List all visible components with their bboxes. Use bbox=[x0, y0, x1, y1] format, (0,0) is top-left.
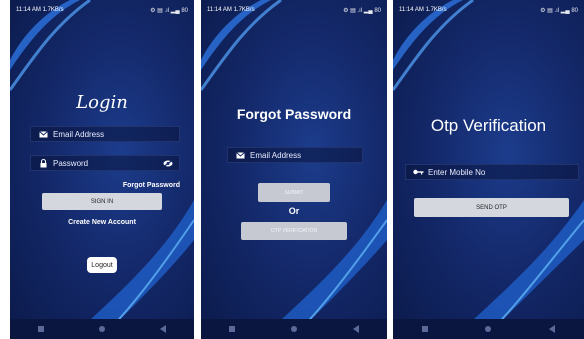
nav-bar bbox=[10, 319, 194, 339]
email-placeholder: Email Address bbox=[250, 150, 302, 160]
forgot-password-title: Forgot Password bbox=[236, 106, 352, 122]
login-screen: 11:14 AM 1.7KB/s ⚙ ▤ .ıl ▂▄ 80 Login Ema… bbox=[10, 0, 194, 339]
status-icons: ⚙ ▤ .ıl ▂▄ 80 bbox=[343, 7, 381, 14]
home-icon[interactable] bbox=[98, 326, 105, 332]
status-icons: ⚙ ▤ .ıl ▂▄ 80 bbox=[150, 7, 188, 14]
status-bar: 11:14 AM 1.7KB/s ⚙ ▤ .ıl ▂▄ 80 bbox=[10, 0, 194, 20]
password-placeholder: Password bbox=[53, 158, 89, 168]
back-icon[interactable] bbox=[353, 325, 359, 333]
mobile-number-field[interactable]: Enter Mobile No bbox=[405, 164, 579, 180]
status-time: 11:14 AM 1.7KB/s bbox=[207, 7, 255, 13]
status-time: 11:14 AM 1.7KB/s bbox=[16, 7, 64, 13]
background-swoosh-graphic bbox=[201, 0, 387, 339]
recent-apps-icon[interactable] bbox=[37, 326, 44, 332]
lock-icon bbox=[37, 158, 49, 168]
mobile-placeholder: Enter Mobile No bbox=[428, 167, 486, 177]
send-otp-button[interactable]: SEND OTP bbox=[414, 198, 569, 217]
key-icon bbox=[412, 169, 424, 175]
sign-in-button[interactable]: SIGN IN bbox=[42, 193, 162, 210]
password-field[interactable]: Password bbox=[30, 155, 180, 171]
submit-button[interactable]: SUBMIT bbox=[258, 183, 330, 202]
recent-apps-icon[interactable] bbox=[229, 326, 235, 332]
nav-bar bbox=[393, 319, 584, 339]
nav-bar bbox=[201, 319, 387, 339]
envelope-icon bbox=[37, 130, 49, 138]
email-placeholder: Email Address bbox=[53, 129, 105, 139]
email-field[interactable]: Email Address bbox=[30, 126, 180, 142]
status-bar: 11:14 AM 1.7KB/s ⚙ ▤ .ıl ▂▄ 80 bbox=[393, 0, 584, 20]
visibility-off-icon[interactable] bbox=[163, 159, 173, 167]
home-icon[interactable] bbox=[291, 326, 297, 332]
otp-verification-title: Otp Verification bbox=[430, 116, 547, 135]
logout-button[interactable]: Logout bbox=[87, 257, 117, 273]
login-title: Login bbox=[76, 92, 128, 113]
status-time: 11:14 AM 1.7KB/s bbox=[399, 7, 447, 13]
forgot-password-link[interactable]: Forgot Password bbox=[123, 182, 180, 189]
recent-apps-icon[interactable] bbox=[421, 326, 428, 332]
otp-verification-button[interactable]: OTP VERIFICATION bbox=[241, 222, 347, 240]
back-icon[interactable] bbox=[549, 325, 556, 333]
back-icon[interactable] bbox=[160, 325, 167, 333]
create-account-link[interactable]: Create New Account bbox=[10, 219, 194, 226]
status-icons: ⚙ ▤ .ıl ▂▄ 80 bbox=[540, 7, 578, 14]
status-bar: 11:14 AM 1.7KB/s ⚙ ▤ .ıl ▂▄ 80 bbox=[201, 0, 387, 20]
email-field[interactable]: Email Address bbox=[227, 147, 363, 163]
home-icon[interactable] bbox=[485, 326, 492, 332]
otp-verification-screen: 11:14 AM 1.7KB/s ⚙ ▤ .ıl ▂▄ 80 Otp Verif… bbox=[393, 0, 584, 339]
or-label: Or bbox=[288, 206, 300, 216]
envelope-icon bbox=[234, 151, 246, 159]
forgot-password-screen: 11:14 AM 1.7KB/s ⚙ ▤ .ıl ▂▄ 80 Forgot Pa… bbox=[201, 0, 387, 339]
